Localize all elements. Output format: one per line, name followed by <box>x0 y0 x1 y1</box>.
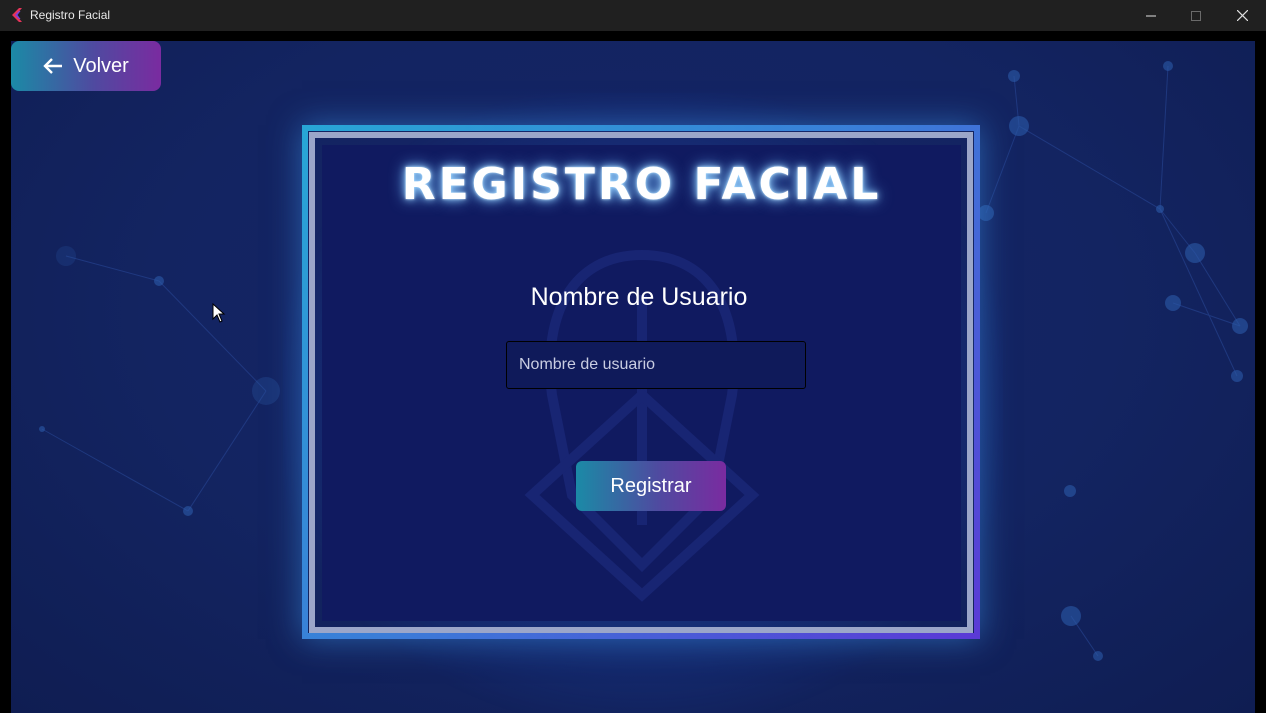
close-icon <box>1236 10 1248 21</box>
register-button[interactable]: Registrar <box>576 461 726 511</box>
title-bar: Registro Facial <box>0 0 1266 31</box>
arrow-left-icon <box>43 58 63 74</box>
close-button[interactable] <box>1219 0 1265 31</box>
maximize-icon <box>1191 10 1201 21</box>
app-logo-icon <box>12 8 22 22</box>
back-button[interactable]: Volver <box>11 41 161 91</box>
window-title: Registro Facial <box>30 8 111 22</box>
app-client-area: Volver REGISTRO FACIAL Nombre de Usuario… <box>11 41 1255 713</box>
minimize-button[interactable] <box>1128 0 1174 31</box>
maximize-button[interactable] <box>1173 0 1219 31</box>
username-label: Nombre de Usuario <box>530 283 748 311</box>
mouse-cursor-icon <box>212 303 226 323</box>
minimize-icon <box>1146 15 1156 16</box>
back-button-label: Volver <box>73 54 129 77</box>
page-title: REGISTRO FACIAL <box>401 159 882 210</box>
username-input[interactable] <box>506 341 806 389</box>
